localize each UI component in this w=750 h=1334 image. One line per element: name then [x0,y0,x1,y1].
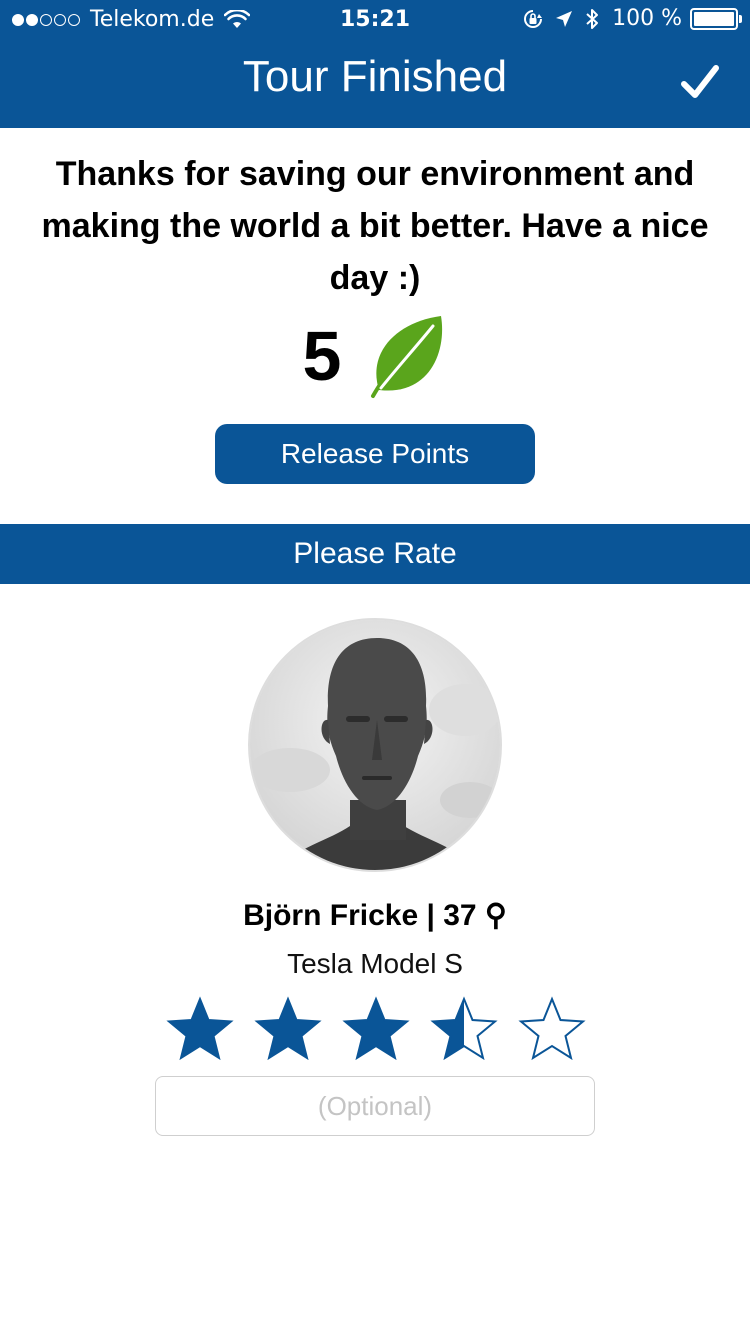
star-half-icon[interactable] [430,996,498,1064]
driver-photo [250,620,500,870]
page-title: Tour Finished [242,52,508,101]
battery-icon [690,7,742,30]
release-points-button[interactable]: Release Points [215,424,535,484]
avatar [248,618,502,872]
star-filled-icon[interactable] [166,996,234,1064]
location-icon [556,10,573,27]
checkmark-icon[interactable] [680,62,720,102]
car-model: Tesla Model S [287,948,463,979]
orientation-lock-icon [524,9,543,28]
driver-name: Björn Fricke | 37 ⚲ [243,899,507,932]
points-display: 5 [0,312,750,400]
star-filled-icon[interactable] [254,996,322,1064]
thank-you-message: Thanks for saving our environment and ma… [41,155,709,297]
rate-section-header: Please Rate [0,524,750,584]
comment-field[interactable] [155,1076,595,1136]
status-bar: Telekom.de 15:21 100 % [0,0,750,40]
app-header: Telekom.de 15:21 100 % Tour Finished [0,0,750,128]
star-empty-icon[interactable] [518,996,586,1064]
leaf-icon [371,316,443,398]
bluetooth-icon [586,8,599,29]
battery-percentage: 100 % [612,6,682,31]
star-filled-icon[interactable] [342,996,410,1064]
points-value: 5 [302,317,342,395]
star-rating[interactable] [166,996,586,1066]
